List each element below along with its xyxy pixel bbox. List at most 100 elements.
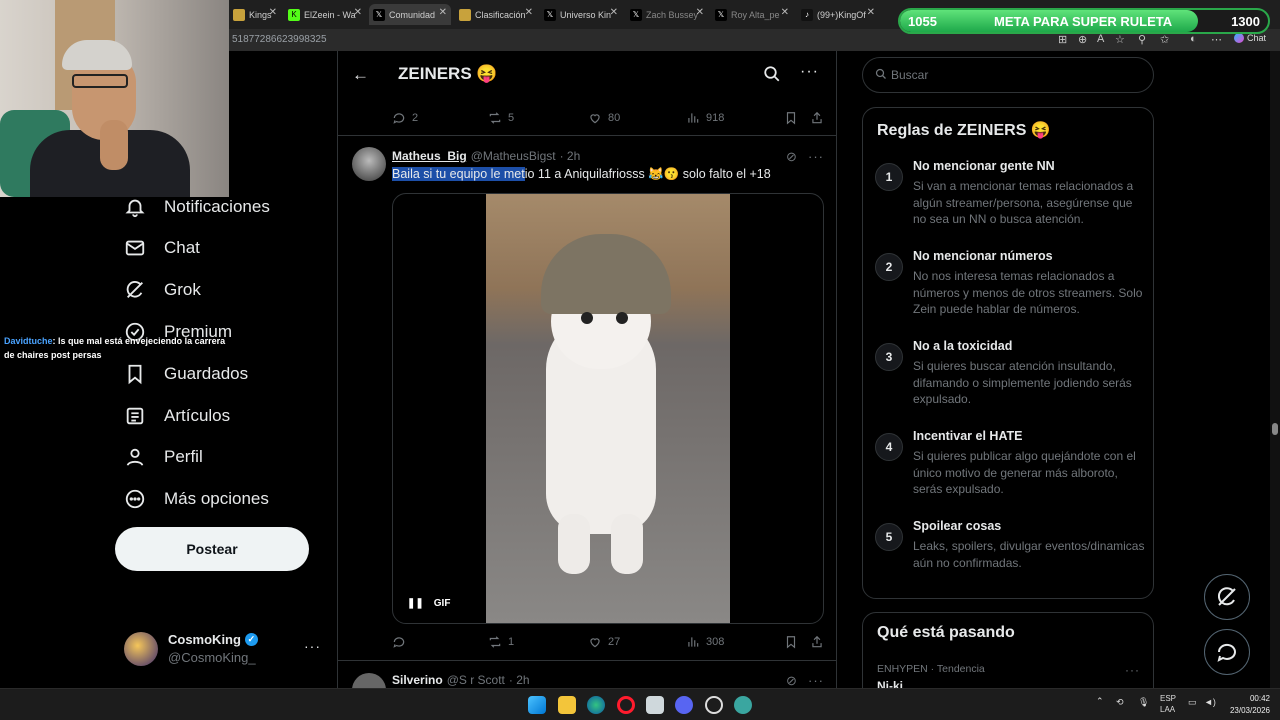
browser-tab[interactable]: Clasificación ✕ [455, 4, 537, 25]
nav-item-guardados[interactable]: Guardados [124, 358, 248, 390]
windows-start-icon[interactable] [528, 696, 546, 714]
more-icon[interactable]: ··· [808, 149, 824, 164]
pause-icon[interactable]: ❚❚ [407, 598, 424, 609]
tray-app-icon[interactable]: ⟲ [1116, 697, 1124, 708]
favorites-icon[interactable]: ✩ [1160, 33, 1169, 46]
url-text[interactable]: 51877286623998325 [232, 34, 327, 45]
tray-chevron-icon[interactable]: ⌃ [1096, 696, 1104, 707]
nav-item-mas-opciones[interactable]: Más opciones [124, 483, 269, 515]
page-scrollbar[interactable] [1270, 51, 1280, 688]
like-count: 80 [608, 112, 621, 124]
tweet-time[interactable]: · 2h [560, 149, 581, 163]
discord-icon[interactable] [675, 696, 693, 714]
zoom-icon[interactable]: ⊕ [1078, 33, 1087, 46]
cat-eye [581, 312, 593, 324]
browser-tab[interactable]: ♪ (99+)KingOf ✕ [797, 4, 879, 25]
close-icon[interactable]: ✕ [781, 7, 789, 18]
tweet-author-handle[interactable]: @MatheusBigst [471, 149, 556, 163]
reply-icon [393, 113, 405, 124]
nav-label: Artículos [164, 406, 231, 425]
browser-tab-active[interactable]: 𝕏 Comunidad ✕ [369, 4, 451, 25]
gif-controls[interactable]: ❚❚ GIF [407, 598, 450, 609]
search-icon [875, 68, 886, 79]
reply-button[interactable] [392, 635, 412, 649]
more-icon[interactable]: ··· [1125, 663, 1140, 677]
volume-icon[interactable]: ◄) [1204, 697, 1216, 707]
browser-menu-icon[interactable]: ⋯ [1211, 33, 1222, 46]
close-icon[interactable]: ✕ [696, 7, 704, 18]
close-icon[interactable]: ✕ [867, 7, 875, 18]
extensions-icon[interactable]: ⚲ [1138, 33, 1146, 46]
favorite-star-icon[interactable]: ☆ [1115, 33, 1125, 46]
browser-tab[interactable]: 𝕏 Zach Bussey ✕ [626, 4, 708, 25]
nav-item-perfil[interactable]: Perfil [124, 441, 203, 473]
language-indicator[interactable]: ESP LAA [1160, 693, 1176, 715]
app-icon[interactable] [646, 696, 664, 714]
close-icon[interactable]: ✕ [525, 7, 533, 18]
network-icon[interactable]: ▭ [1188, 697, 1197, 708]
search-input[interactable] [891, 66, 1141, 84]
bookmark-button[interactable] [784, 635, 798, 649]
file-explorer-icon[interactable] [558, 696, 576, 714]
bookmark-icon [786, 636, 796, 649]
close-icon[interactable]: ✕ [354, 7, 362, 18]
read-aloud-icon[interactable]: A [1097, 33, 1104, 45]
grok-icon[interactable]: ⊘ [786, 673, 797, 688]
retweet-button[interactable]: 5 [488, 111, 514, 125]
views-button[interactable]: 308 [686, 635, 724, 649]
close-icon[interactable]: ✕ [269, 7, 277, 18]
more-icon[interactable]: ··· [808, 673, 824, 688]
avatar[interactable] [352, 673, 386, 688]
browser-tab[interactable]: 𝕏 Roy Alta_pe ✕ [711, 4, 793, 25]
system-clock[interactable]: 00:42 23/03/2026 [1226, 693, 1270, 717]
tweet-author-name[interactable]: Silverino [392, 673, 443, 687]
bookmark-button[interactable] [784, 111, 798, 125]
retweet-button[interactable]: 1 [488, 635, 514, 649]
microphone-icon[interactable]: 🎙 [1138, 697, 1149, 708]
messages-fab-button[interactable] [1204, 629, 1250, 675]
install-app-icon[interactable]: ⊞ [1058, 33, 1067, 46]
account-switcher[interactable]: CosmoKing ✓ @CosmoKing_ ··· [124, 630, 324, 670]
tweet-time[interactable]: · 2h [509, 673, 530, 687]
keyboard-layout: LAA [1160, 705, 1176, 714]
avatar[interactable] [352, 147, 386, 181]
obs-icon[interactable] [705, 696, 723, 714]
post-button[interactable]: Postear [115, 527, 309, 571]
share-icon [812, 635, 822, 648]
close-icon[interactable]: ✕ [610, 7, 618, 18]
tweet-author-name[interactable]: Matheus_Big [392, 149, 467, 163]
grok-icon[interactable]: ⊘ [786, 149, 797, 165]
nav-item-grok[interactable]: Grok [124, 274, 201, 306]
scrollbar-thumb[interactable] [1272, 423, 1278, 435]
views-button[interactable]: 918 [686, 111, 724, 125]
edge-browser-icon[interactable] [587, 696, 605, 714]
share-button[interactable] [810, 111, 824, 125]
browser-tab[interactable]: K ElZeein - Wa ✕ [284, 4, 366, 25]
back-arrow-icon[interactable]: ← [352, 65, 369, 85]
share-button[interactable] [810, 635, 824, 649]
browser-tab[interactable]: 𝕏 Universo Kin ✕ [540, 4, 622, 25]
tweet-author-handle[interactable]: @S r Scott [447, 673, 505, 687]
like-button[interactable]: 80 [588, 111, 620, 125]
tab-label: Universo Kin [560, 9, 612, 20]
opera-icon[interactable] [617, 696, 635, 714]
copilot-chat-button[interactable]: Chat [1234, 33, 1266, 43]
rule-title: No a la toxicidad [913, 339, 1013, 353]
reply-button[interactable]: 2 [392, 111, 418, 125]
more-icon[interactable]: ··· [304, 638, 321, 654]
tab-label: (99+)KingOf [817, 9, 866, 20]
view-count: 308 [706, 636, 725, 648]
verified-badge-icon: ✓ [244, 633, 258, 646]
tweet-gif[interactable]: ❚❚ GIF [392, 193, 824, 624]
more-icon[interactable]: ··· [800, 63, 819, 81]
grok-fab-button[interactable] [1204, 574, 1250, 620]
nav-item-chat[interactable]: Chat [124, 232, 200, 264]
like-button[interactable]: 27 [588, 635, 620, 649]
globe-app-icon[interactable] [734, 696, 752, 714]
goal-target: 1300 [1231, 14, 1260, 29]
collections-icon[interactable]: ◐ [1190, 33, 1197, 45]
search-icon[interactable] [763, 65, 781, 83]
close-icon[interactable]: ✕ [439, 7, 447, 18]
nav-item-articulos[interactable]: Artículos [124, 400, 230, 432]
browser-tab[interactable]: Kings ✕ [229, 4, 281, 25]
